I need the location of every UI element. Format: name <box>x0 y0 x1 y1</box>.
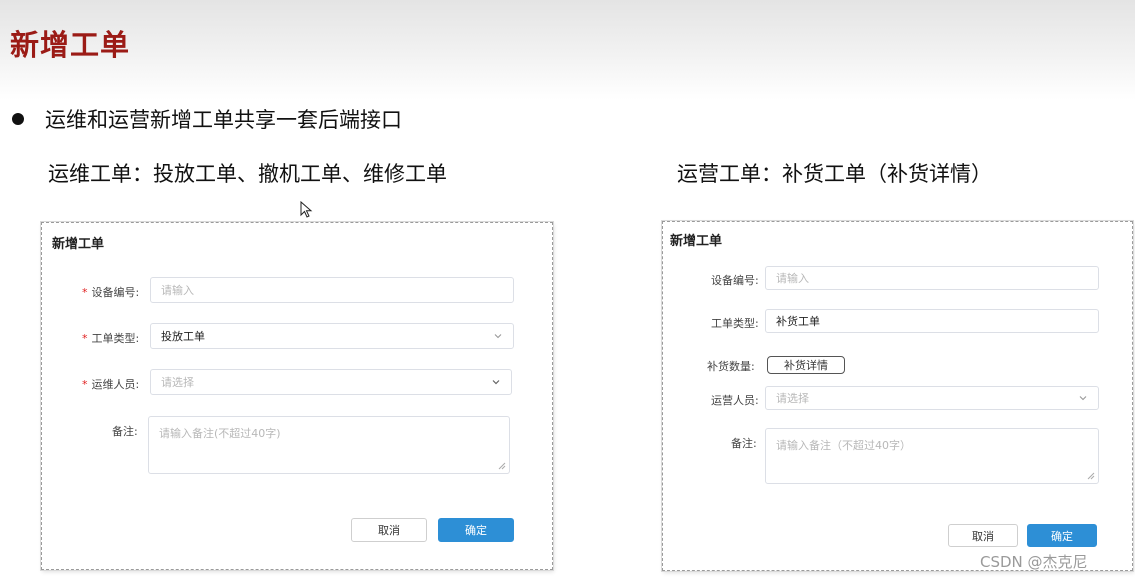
ops-staff-select[interactable]: 请选择 <box>150 369 512 395</box>
ops-staff-label: * 运维人员: <box>82 376 139 392</box>
required-mark: * <box>82 378 88 391</box>
ops-heading: 运维工单：投放工单、撤机工单、维修工单 <box>48 162 447 186</box>
ops-remark-textarea[interactable]: 请输入备注(不超过40字) <box>148 416 510 474</box>
restock-detail-button[interactable]: 补货详情 <box>767 356 845 374</box>
ops-staff-label-text: 运维人员: <box>91 378 140 391</box>
ops-staff-placeholder: 请选择 <box>161 376 194 389</box>
ops-device-placeholder: 请输入 <box>161 284 194 297</box>
run-dialog: 新增工单 设备编号: 请输入 工单类型: 补货工单 补货数量: 补货详情 运营人… <box>662 221 1133 571</box>
ops-device-label-text: 设备编号: <box>91 286 140 299</box>
ops-cancel-button[interactable]: 取消 <box>351 518 427 542</box>
resize-grip-icon[interactable] <box>498 462 506 470</box>
run-heading: 运营工单：补货工单（补货详情） <box>677 162 992 186</box>
mouse-cursor-icon <box>300 201 313 218</box>
ops-remark-placeholder: 请输入备注(不超过40字) <box>159 427 281 440</box>
ops-dialog-title: 新增工单 <box>52 237 105 252</box>
ops-device-input[interactable]: 请输入 <box>150 277 514 303</box>
run-remark-placeholder: 请输入备注（不超过40字） <box>776 439 911 452</box>
ops-confirm-button[interactable]: 确定 <box>438 518 514 542</box>
run-staff-select[interactable]: 请选择 <box>765 386 1099 410</box>
run-dialog-title: 新增工单 <box>670 234 723 249</box>
ops-device-label: * 设备编号: <box>82 284 139 300</box>
run-staff-label: 运营人员: <box>711 394 759 407</box>
ops-dialog: 新增工单 * 设备编号: 请输入 * 工单类型: 投放工单 * 运维人员: 请选择 备… <box>41 222 553 570</box>
run-staff-placeholder: 请选择 <box>776 392 809 405</box>
ops-type-value: 投放工单 <box>161 330 205 343</box>
bullet-text: 运维和运营新增工单共享一套后端接口 <box>45 108 402 132</box>
run-remark-textarea[interactable]: 请输入备注（不超过40字） <box>765 428 1099 484</box>
run-type-value: 补货工单 <box>776 315 820 328</box>
run-device-placeholder: 请输入 <box>776 272 809 285</box>
run-qty-label: 补货数量: <box>707 360 755 373</box>
run-confirm-button[interactable]: 确定 <box>1027 524 1097 547</box>
ops-type-label-text: 工单类型: <box>91 332 140 345</box>
run-device-input[interactable]: 请输入 <box>765 266 1099 290</box>
bullet-dot-icon <box>12 113 24 125</box>
bullet-point: 运维和运营新增工单共享一套后端接口 <box>12 104 402 134</box>
run-remark-label: 备注: <box>731 437 757 450</box>
run-type-select[interactable]: 补货工单 <box>765 309 1099 333</box>
run-type-label: 工单类型: <box>711 317 759 330</box>
chevron-down-icon <box>1079 396 1087 401</box>
chevron-down-icon <box>492 380 500 385</box>
required-mark: * <box>82 286 88 299</box>
required-mark: * <box>82 332 88 345</box>
ops-remark-label: 备注: <box>112 425 138 438</box>
header-band <box>0 0 1135 100</box>
run-device-label: 设备编号: <box>711 274 759 287</box>
slide-title: 新增工单 <box>10 28 131 62</box>
run-cancel-button[interactable]: 取消 <box>948 524 1018 547</box>
ops-type-select[interactable]: 投放工单 <box>150 323 514 349</box>
resize-grip-icon[interactable] <box>1087 472 1095 480</box>
ops-type-label: * 工单类型: <box>82 330 139 346</box>
chevron-down-icon <box>494 334 502 339</box>
watermark: CSDN @杰克尼 <box>980 553 1088 571</box>
